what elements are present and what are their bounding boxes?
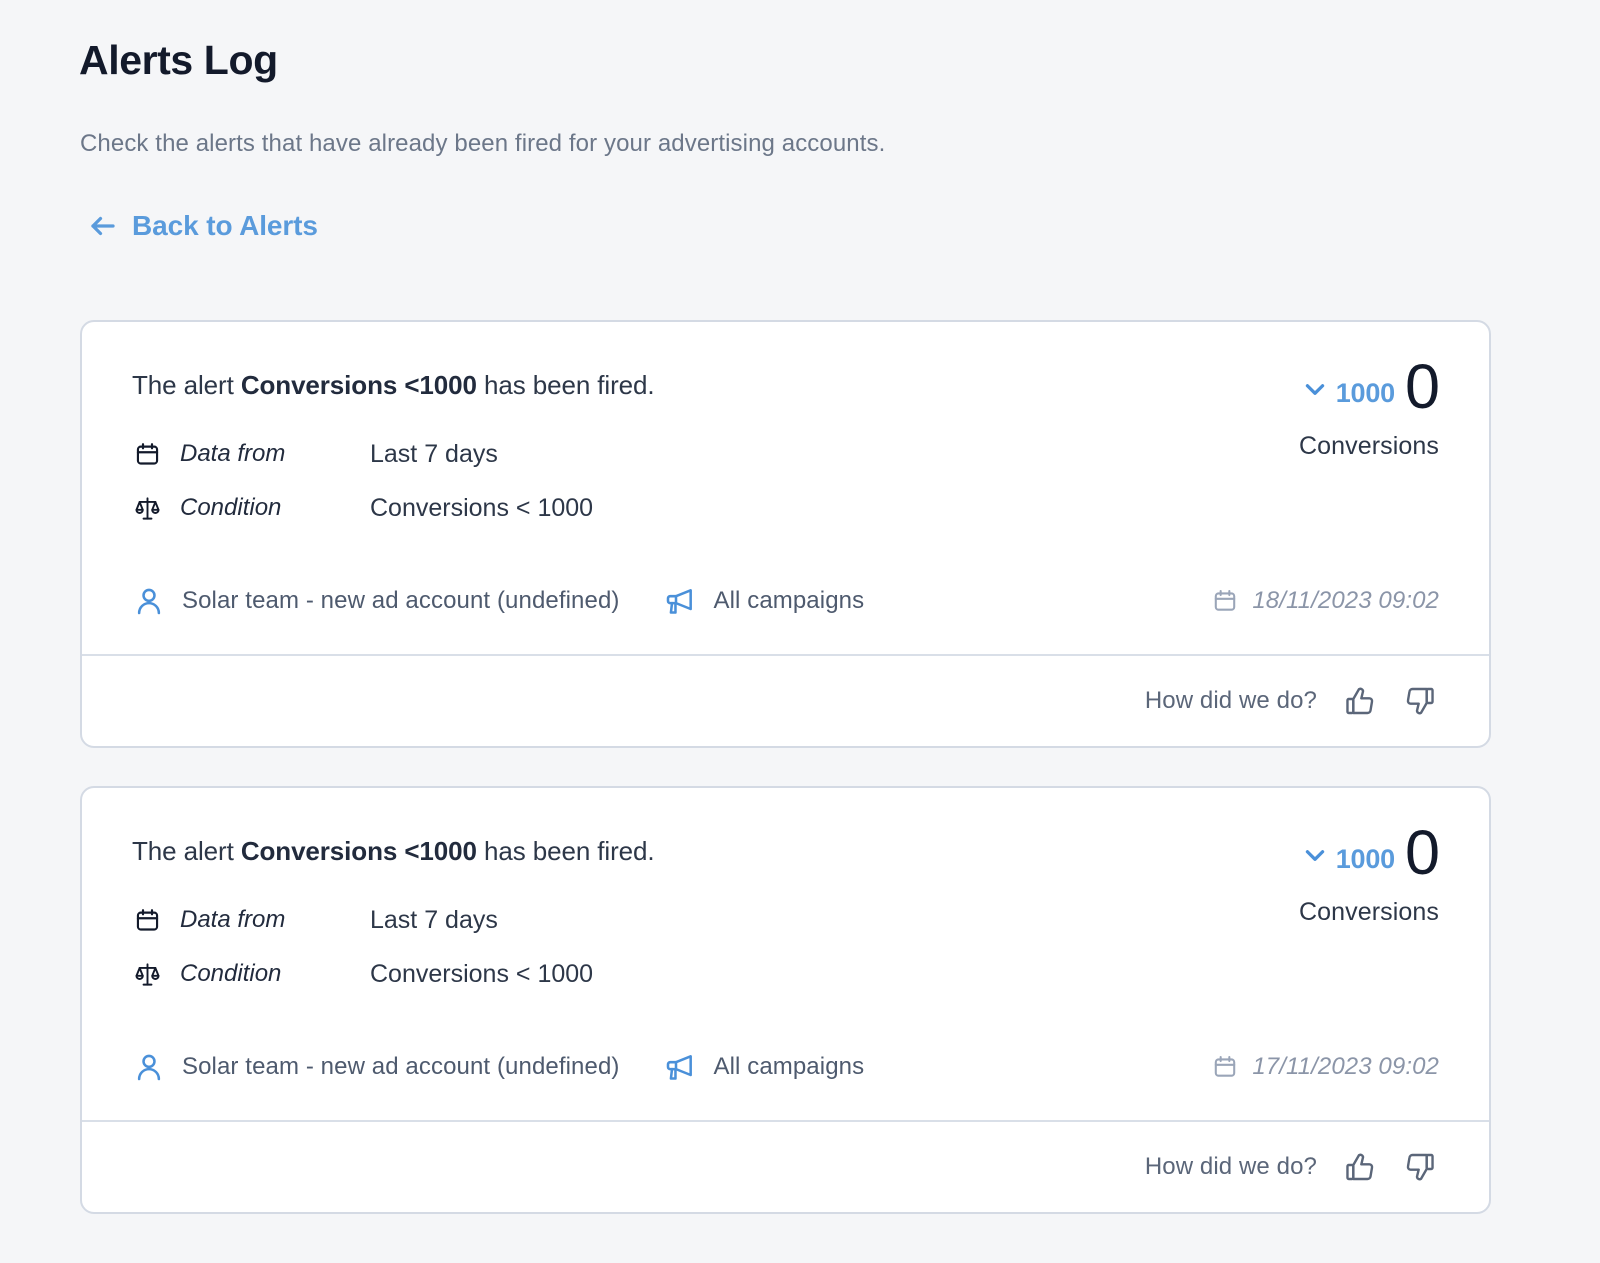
chevron-down-icon[interactable] (1302, 376, 1328, 402)
alert-value: 0 (1404, 352, 1440, 422)
alert-account: Solar team - new ad account (undefined) (132, 584, 619, 618)
thumbs-up-button[interactable] (1343, 684, 1377, 718)
alerts-log-page: Alerts Log Check the alerts that have al… (0, 0, 1600, 1263)
alert-headline-prefix: The alert (132, 370, 241, 400)
calendar-icon (132, 439, 162, 469)
alert-account: Solar team - new ad account (undefined) (132, 1050, 619, 1084)
alert-metric-unit: Conversions (1298, 898, 1439, 926)
alert-date: 17/11/2023 09:02 (1212, 1053, 1439, 1081)
megaphone-icon (663, 584, 697, 618)
scales-icon (132, 959, 162, 989)
detail-value-condition: Conversions < 1000 (370, 493, 594, 522)
alert-headline-suffix: has been fired. (476, 836, 655, 866)
scales-icon (132, 493, 162, 523)
thumbs-up-icon (1344, 685, 1376, 717)
alert-card-body: The alert Conversions <1000 has been fir… (82, 788, 1489, 1120)
alert-campaign: All campaigns (663, 1050, 864, 1084)
alert-date: 18/11/2023 09:02 (1212, 587, 1439, 615)
detail-value-condition: Conversions < 1000 (370, 959, 594, 988)
alert-metric-top: 1000 0 (1119, 352, 1440, 428)
detail-label-data-from: Data from (180, 440, 286, 468)
detail-row-condition: Condition Conversions < 1000 (132, 947, 1439, 1001)
alert-feedback-footer: How did we do? (82, 654, 1489, 746)
alert-name: Conversions <1000 (240, 836, 477, 866)
thumbs-down-button[interactable] (1403, 1150, 1437, 1184)
alert-account-label: Solar team - new ad account (undefined) (182, 587, 620, 614)
alert-campaign-label: All campaigns (713, 587, 865, 614)
arrow-left-icon (88, 211, 118, 241)
megaphone-icon (663, 1050, 697, 1084)
alert-threshold: 1000 (1335, 378, 1395, 408)
alert-account-label: Solar team - new ad account (undefined) (182, 1053, 620, 1080)
alert-meta-row: Solar team - new ad account (undefined) … (132, 1050, 1439, 1084)
calendar-icon (1212, 588, 1238, 614)
feedback-question: How did we do? (1144, 687, 1317, 714)
thumbs-up-button[interactable] (1343, 1150, 1377, 1184)
thumbs-down-button[interactable] (1403, 684, 1437, 718)
page-subtitle: Check the alerts that have already been … (80, 130, 886, 157)
detail-value-data-from: Last 7 days (370, 905, 498, 934)
alert-headline-suffix: has been fired. (476, 370, 655, 400)
alert-name: Conversions <1000 (240, 370, 477, 400)
alert-campaign: All campaigns (663, 584, 864, 618)
alert-date-label: 18/11/2023 09:02 (1252, 587, 1439, 614)
alert-metric-top: 1000 0 (1119, 818, 1440, 894)
person-icon (132, 584, 166, 618)
back-to-alerts-link[interactable]: Back to Alerts (88, 210, 318, 242)
alert-card[interactable]: The alert Conversions <1000 has been fir… (80, 786, 1491, 1214)
back-to-alerts-label: Back to Alerts (132, 210, 318, 241)
alert-threshold: 1000 (1335, 844, 1395, 874)
detail-row-condition: Condition Conversions < 1000 (132, 481, 1439, 535)
thumbs-down-icon (1404, 685, 1436, 717)
alert-date-label: 17/11/2023 09:02 (1252, 1053, 1439, 1080)
chevron-down-icon[interactable] (1302, 842, 1328, 868)
detail-label-condition: Condition (180, 494, 282, 522)
thumbs-down-icon (1404, 1151, 1436, 1183)
detail-value-data-from: Last 7 days (370, 439, 498, 468)
feedback-question: How did we do? (1144, 1153, 1317, 1180)
detail-label-condition: Condition (180, 960, 282, 988)
page-title: Alerts Log (79, 37, 278, 83)
person-icon (132, 1050, 166, 1084)
thumbs-up-icon (1344, 1151, 1376, 1183)
alert-campaign-label: All campaigns (713, 1053, 865, 1080)
detail-label-data-from: Data from (180, 906, 286, 934)
alerts-list: The alert Conversions <1000 has been fir… (80, 320, 1491, 1214)
calendar-icon (1212, 1054, 1238, 1080)
alert-metric-unit: Conversions (1298, 432, 1439, 460)
alert-value: 0 (1404, 818, 1440, 888)
alert-metric: 1000 0 Conversions (1119, 352, 1440, 461)
alert-card[interactable]: The alert Conversions <1000 has been fir… (80, 320, 1491, 748)
alert-headline-prefix: The alert (132, 836, 241, 866)
alert-metric: 1000 0 Conversions (1119, 818, 1440, 927)
alert-meta-row: Solar team - new ad account (undefined) … (132, 584, 1439, 618)
calendar-icon (132, 905, 162, 935)
alert-feedback-footer: How did we do? (82, 1120, 1489, 1212)
alert-card-body: The alert Conversions <1000 has been fir… (82, 322, 1489, 654)
